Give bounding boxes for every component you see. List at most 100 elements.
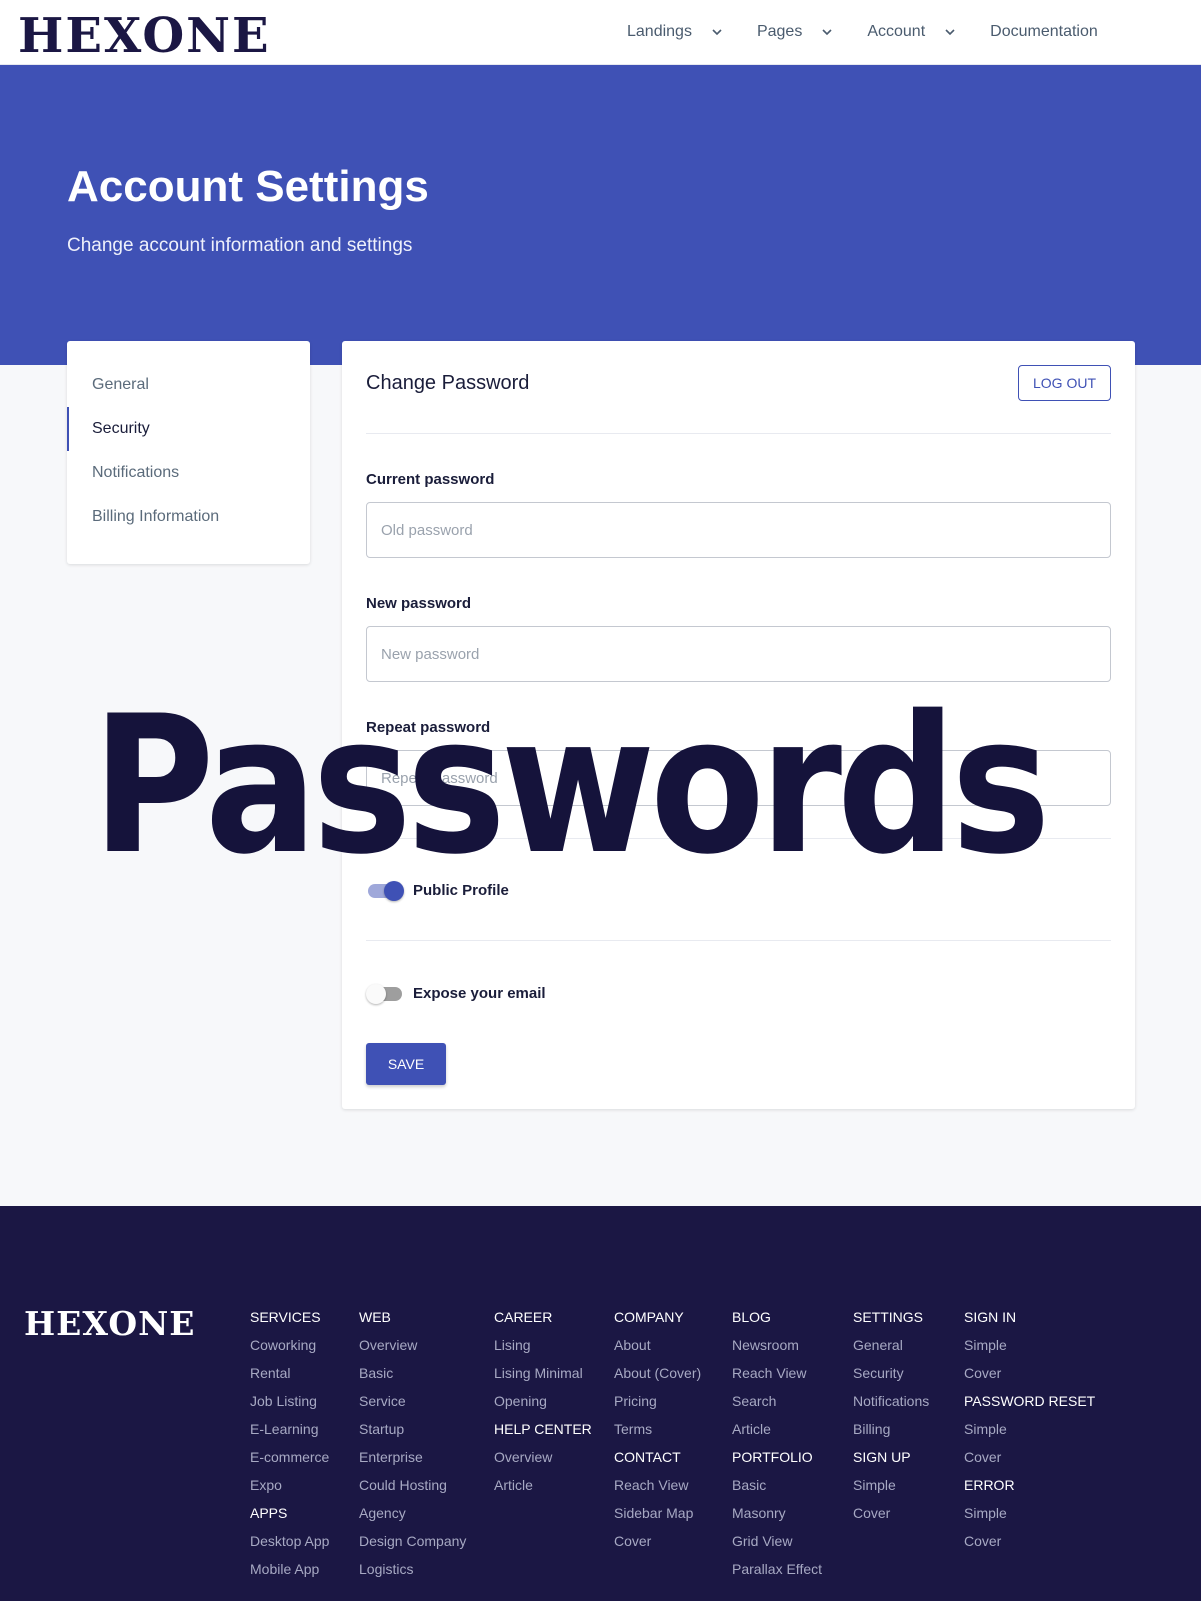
chevron-down-icon [822, 29, 832, 36]
footer-link[interactable]: Cover [964, 1443, 1095, 1471]
footer-column: BLOG Newsroom Reach View Search Article PORTF… [732, 1303, 822, 1583]
footer-link[interactable]: Rental [250, 1359, 329, 1387]
nav-item-label: Landings [627, 23, 692, 40]
footer-link[interactable]: Lising Minimal [494, 1359, 592, 1387]
footer-link[interactable]: Simple [964, 1499, 1095, 1527]
footer-heading: SETTINGS [853, 1309, 924, 1325]
repeat-password-input[interactable] [366, 750, 1111, 806]
expose-email-toggle[interactable] [366, 982, 404, 1006]
footer-heading: SIGN IN [964, 1309, 1017, 1325]
nav-item-pages[interactable]: Pages [757, 23, 832, 41]
footer-link[interactable]: Could Hosting [359, 1471, 466, 1499]
footer-column: COMPANY About About (Cover) Pricing Terms CON… [614, 1303, 701, 1555]
footer-link[interactable]: Notifications [853, 1387, 929, 1415]
sidebar-item-security[interactable]: Security [67, 407, 310, 451]
footer-column: CAREER Lising Lising Minimal Opening HELP CE… [494, 1303, 592, 1499]
footer-link[interactable]: Basic [732, 1471, 822, 1499]
footer-link[interactable]: Coworking [250, 1331, 329, 1359]
footer-link[interactable]: Sidebar Map [614, 1499, 701, 1527]
footer-link[interactable]: Reach View [614, 1471, 701, 1499]
footer-link[interactable]: Cover [853, 1499, 929, 1527]
footer-link[interactable]: Job Listing [250, 1387, 329, 1415]
footer-link[interactable]: E-commerce [250, 1443, 329, 1471]
footer-link[interactable]: Lising [494, 1331, 592, 1359]
footer-heading: SERVICES [250, 1309, 321, 1325]
footer-link[interactable]: Search [732, 1387, 822, 1415]
nav-item-label: Account [867, 23, 926, 40]
hero-banner: Account Settings Change account informat… [0, 65, 1201, 365]
footer-link[interactable]: Cover [614, 1527, 701, 1555]
toggle-knob [366, 984, 386, 1004]
footer-link[interactable]: Masonry [732, 1499, 822, 1527]
footer-link[interactable]: Security [853, 1359, 929, 1387]
sidebar-item-billing[interactable]: Billing Information [67, 495, 310, 539]
footer-link[interactable]: Startup [359, 1415, 466, 1443]
current-password-label: Current password [366, 471, 495, 488]
sidebar-item-notifications[interactable]: Notifications [67, 451, 310, 495]
main-nav: Landings Pages Account Documentation [627, 0, 1098, 64]
toggle-knob [384, 881, 404, 901]
save-button[interactable]: SAVE [366, 1043, 446, 1085]
expose-email-label: Expose your email [413, 985, 546, 1002]
logout-button[interactable]: LOG OUT [1018, 365, 1111, 401]
footer-heading: WEB [359, 1309, 391, 1325]
nav-item-documentation[interactable]: Documentation [990, 23, 1098, 41]
footer-link[interactable]: Simple [964, 1415, 1095, 1443]
logo[interactable]: HEXONE [18, 10, 271, 62]
footer-logo[interactable]: HEXONE [24, 1304, 195, 1343]
footer-link[interactable]: Enterprise [359, 1443, 466, 1471]
footer-link[interactable]: Newsroom [732, 1331, 822, 1359]
footer-heading: HELP CENTER [494, 1421, 592, 1437]
footer-link[interactable]: Expo [250, 1471, 329, 1499]
footer-link[interactable]: Cover [964, 1527, 1095, 1555]
footer-link[interactable]: Simple [964, 1331, 1095, 1359]
footer-link[interactable]: E-Learning [250, 1415, 329, 1443]
footer-link[interactable]: Pricing [614, 1387, 701, 1415]
footer-link[interactable]: About [614, 1331, 701, 1359]
current-password-input[interactable] [366, 502, 1111, 558]
footer-link[interactable]: Mobile App [250, 1555, 329, 1583]
footer-heading: CAREER [494, 1309, 553, 1325]
page-title: Account Settings [67, 162, 429, 211]
footer-link[interactable]: Overview [359, 1331, 466, 1359]
nav-item-label: Documentation [990, 23, 1098, 40]
footer-heading: PASSWORD RESET [964, 1393, 1096, 1409]
new-password-label: New password [366, 595, 472, 612]
footer-link[interactable]: Agency [359, 1499, 466, 1527]
footer-link[interactable]: Opening [494, 1387, 592, 1415]
footer-link[interactable]: Desktop App [250, 1527, 329, 1555]
footer-link[interactable]: Basic [359, 1359, 466, 1387]
footer-column: WEB Overview Basic Service Startup Enterprise… [359, 1303, 466, 1583]
card-title: Change Password [366, 372, 530, 394]
footer-link[interactable]: Design Company [359, 1527, 466, 1555]
new-password-input[interactable] [366, 626, 1111, 682]
chevron-down-icon [712, 29, 722, 36]
nav-item-account[interactable]: Account [867, 23, 955, 41]
sidebar-item-general[interactable]: General [67, 363, 310, 407]
footer-column: SETTINGS General Security Notifications Bill… [853, 1303, 929, 1527]
settings-sidebar: General Security Notifications Billing I… [67, 341, 310, 564]
footer-link[interactable]: Simple [853, 1471, 929, 1499]
footer-link[interactable]: Logistics [359, 1555, 466, 1583]
site-footer: HEXONE SERVICES Coworking Rental Job Listin… [0, 1206, 1201, 1601]
footer-column: SIGN IN Simple Cover PASSWORD RESET Simple Co… [964, 1303, 1095, 1555]
footer-link[interactable]: Billing [853, 1415, 929, 1443]
footer-heading: CONTACT [614, 1449, 681, 1465]
footer-link[interactable]: Service [359, 1387, 466, 1415]
page-subtitle: Change account information and settings [67, 235, 413, 256]
top-navbar: HEXONE Landings Pages Account Documentat… [0, 0, 1201, 65]
footer-link[interactable]: Cover [964, 1359, 1095, 1387]
footer-heading: SIGN UP [853, 1449, 911, 1465]
public-profile-toggle[interactable] [366, 879, 404, 903]
footer-link[interactable]: Article [732, 1415, 822, 1443]
footer-link[interactable]: Reach View [732, 1359, 822, 1387]
footer-link[interactable]: About (Cover) [614, 1359, 701, 1387]
footer-link[interactable]: Terms [614, 1415, 701, 1443]
footer-link[interactable]: Overview [494, 1443, 592, 1471]
nav-item-landings[interactable]: Landings [627, 23, 722, 41]
footer-link[interactable]: Article [494, 1471, 592, 1499]
footer-link[interactable]: General [853, 1331, 929, 1359]
divider [366, 838, 1111, 839]
footer-link[interactable]: Parallax Effect [732, 1555, 822, 1583]
footer-link[interactable]: Grid View [732, 1527, 822, 1555]
